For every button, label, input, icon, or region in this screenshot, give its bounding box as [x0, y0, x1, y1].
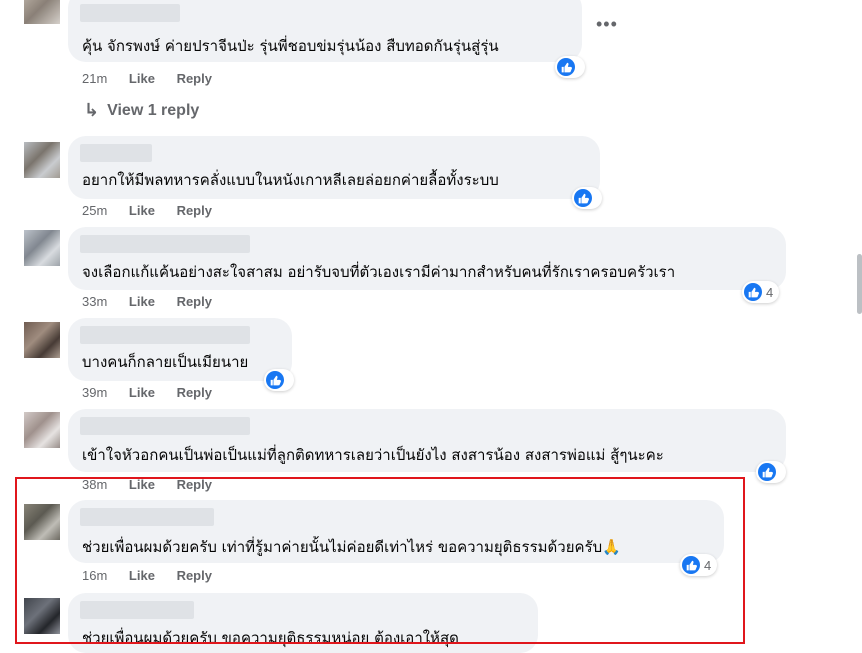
view-replies-label: View 1 reply — [107, 101, 200, 119]
highlight-box — [15, 477, 745, 644]
author-name-blurred[interactable] — [80, 235, 250, 253]
comment-text: อยากให้มีพลทหารคลั่งแบบในหนังเกาหลีเลยล่… — [82, 171, 499, 189]
comment-text: คุ้น จักรพงษ์ ค่ายปราจีนป่ะ รุ่นพี่ชอบข่… — [82, 37, 499, 55]
comment-meta: 39m Like Reply — [82, 385, 230, 400]
comment-time[interactable]: 33m — [82, 294, 107, 309]
author-name-blurred[interactable] — [80, 326, 250, 344]
like-reaction-icon — [744, 283, 762, 301]
like-button[interactable]: Like — [129, 385, 155, 400]
comment-time[interactable]: 21m — [82, 71, 107, 86]
comment-bubble: คุ้น จักรพงษ์ ค่ายปราจีนป่ะ รุ่นพี่ชอบข่… — [68, 0, 582, 62]
like-reaction-icon — [758, 463, 776, 481]
author-name-blurred[interactable] — [80, 417, 250, 435]
scrollbar-thumb[interactable] — [857, 254, 862, 314]
avatar[interactable] — [24, 322, 60, 358]
comment-meta: 25m Like Reply — [82, 203, 230, 218]
like-button[interactable]: Like — [129, 203, 155, 218]
comment-text: บางคนก็กลายเป็นเมียนาย — [82, 353, 249, 371]
reply-button[interactable]: Reply — [177, 203, 212, 218]
like-reaction-icon — [266, 371, 284, 389]
author-name-blurred[interactable] — [80, 4, 180, 22]
avatar[interactable] — [24, 0, 60, 24]
like-reaction-icon — [557, 58, 575, 76]
comment-text: เข้าใจหัวอกคนเป็นพ่อเป็นแม่ที่ลูกติดทหาร… — [82, 446, 664, 464]
like-button[interactable]: Like — [129, 294, 155, 309]
comment-bubble: จงเลือกแก้แค้นอย่างสะใจสาสม อย่ารับจบที่… — [68, 227, 786, 290]
reply-arrow-icon: ↳ — [84, 100, 100, 120]
comment-text: จงเลือกแก้แค้นอย่างสะใจสาสม อย่ารับจบที่… — [82, 263, 676, 281]
comment-bubble: อยากให้มีพลทหารคลั่งแบบในหนังเกาหลีเลยล่… — [68, 136, 600, 199]
reaction-summary[interactable] — [756, 461, 786, 483]
reaction-summary[interactable] — [555, 56, 585, 78]
avatar[interactable] — [24, 412, 60, 448]
like-button[interactable]: Like — [129, 71, 155, 86]
comment-meta: 33m Like Reply — [82, 294, 230, 309]
reply-button[interactable]: Reply — [177, 71, 212, 86]
reply-button[interactable]: Reply — [177, 294, 212, 309]
reaction-count: 4 — [766, 284, 774, 300]
comment-bubble: บางคนก็กลายเป็นเมียนาย — [68, 318, 292, 381]
like-reaction-icon — [574, 189, 592, 207]
more-options-button[interactable]: ••• — [596, 14, 618, 35]
view-replies-link[interactable]: ↳ View 1 reply — [84, 100, 199, 121]
avatar[interactable] — [24, 142, 60, 178]
comment-meta: 21m Like Reply — [82, 71, 230, 86]
avatar[interactable] — [24, 230, 60, 266]
comment-time[interactable]: 39m — [82, 385, 107, 400]
comment-bubble: เข้าใจหัวอกคนเป็นพ่อเป็นแม่ที่ลูกติดทหาร… — [68, 409, 786, 472]
reaction-summary[interactable] — [264, 369, 294, 391]
reply-button[interactable]: Reply — [177, 385, 212, 400]
comment-time[interactable]: 25m — [82, 203, 107, 218]
reaction-summary[interactable] — [572, 187, 602, 209]
author-name-blurred[interactable] — [80, 144, 152, 162]
reaction-summary[interactable]: 4 — [742, 281, 780, 303]
